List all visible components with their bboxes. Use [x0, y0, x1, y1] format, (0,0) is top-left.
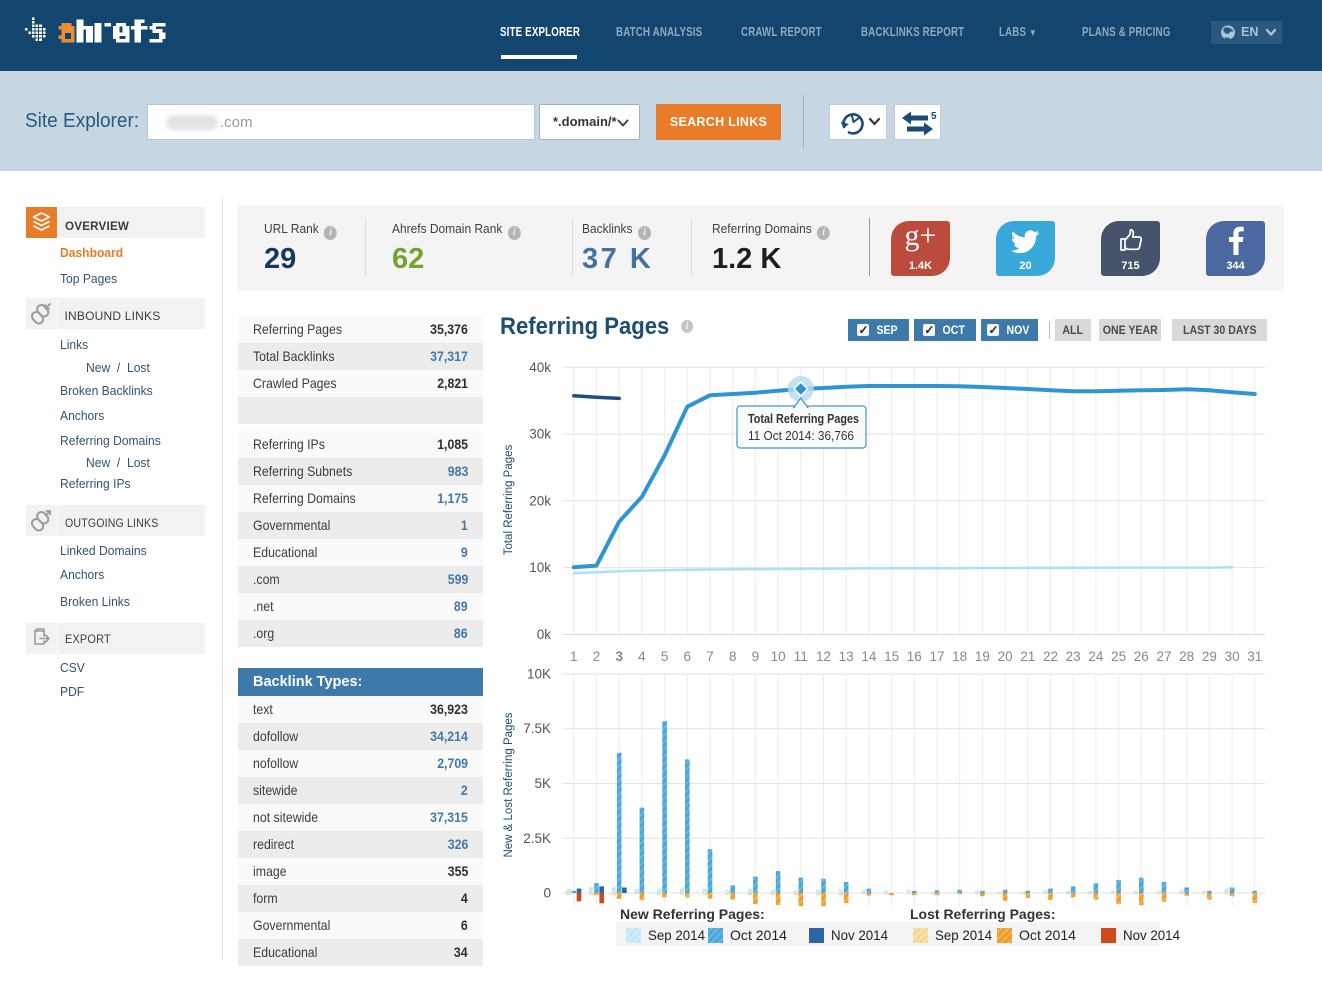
- svg-text:10: 10: [771, 649, 786, 664]
- svg-text:22: 22: [1043, 649, 1058, 664]
- svg-text:29: 29: [1202, 649, 1217, 664]
- svg-text:31: 31: [1247, 649, 1262, 664]
- svg-text:Total Referring Pages: Total Referring Pages: [748, 411, 859, 426]
- svg-text:4: 4: [638, 649, 646, 664]
- svg-text:30: 30: [1225, 649, 1240, 664]
- svg-text:5: 5: [931, 111, 937, 122]
- svg-text:New & Lost Referring Pages: New & Lost Referring Pages: [503, 712, 515, 857]
- svg-text:Total Referring Pages: Total Referring Pages: [503, 444, 515, 555]
- svg-text:17: 17: [929, 649, 944, 664]
- svg-text:10k: 10k: [529, 560, 551, 575]
- svg-text:3: 3: [615, 649, 623, 664]
- svg-text:10K: 10K: [527, 667, 551, 682]
- svg-text:30k: 30k: [529, 427, 551, 442]
- svg-text:40k: 40k: [529, 360, 551, 375]
- svg-text:21: 21: [1020, 649, 1035, 664]
- svg-text:2: 2: [593, 649, 601, 664]
- svg-text:Sep 2014: Sep 2014: [648, 927, 705, 943]
- svg-text:6: 6: [684, 649, 692, 664]
- svg-text:5K: 5K: [534, 776, 551, 791]
- svg-text:24: 24: [1088, 649, 1104, 664]
- svg-text:11: 11: [794, 649, 808, 664]
- svg-text:Lost Referring Pages:: Lost Referring Pages:: [910, 906, 1055, 922]
- svg-text:1: 1: [570, 649, 578, 664]
- svg-text:Nov 2014: Nov 2014: [831, 927, 888, 943]
- svg-text:0: 0: [543, 886, 551, 901]
- svg-text:Sep 2014: Sep 2014: [935, 927, 992, 943]
- svg-text:2.5K: 2.5K: [523, 831, 551, 846]
- svg-text:New Referring Pages:: New Referring Pages:: [620, 906, 765, 922]
- svg-text:Oct 2014: Oct 2014: [1019, 927, 1076, 943]
- svg-text:28: 28: [1179, 649, 1194, 664]
- svg-text:27: 27: [1156, 649, 1171, 664]
- svg-text:12: 12: [816, 649, 831, 664]
- svg-text:Nov 2014: Nov 2014: [1123, 927, 1180, 943]
- svg-text:18: 18: [952, 649, 967, 664]
- svg-text:7.5K: 7.5K: [523, 721, 551, 736]
- svg-text:14: 14: [861, 649, 877, 664]
- svg-text:8: 8: [729, 649, 737, 664]
- svg-text:5: 5: [661, 649, 669, 664]
- svg-text:11 Oct 2014: 36,766: 11 Oct 2014: 36,766: [748, 428, 854, 443]
- svg-text:16: 16: [907, 649, 922, 664]
- svg-text:15: 15: [884, 649, 899, 664]
- svg-text:20: 20: [998, 649, 1013, 664]
- svg-text:23: 23: [1066, 649, 1081, 664]
- svg-text:25: 25: [1111, 649, 1126, 664]
- svg-text:7: 7: [706, 649, 714, 664]
- svg-text:13: 13: [839, 649, 854, 664]
- svg-text:26: 26: [1134, 649, 1149, 664]
- svg-text:20k: 20k: [529, 493, 551, 508]
- svg-text:9: 9: [752, 649, 760, 664]
- svg-text:0k: 0k: [537, 627, 552, 642]
- svg-text:Oct 2014: Oct 2014: [730, 927, 787, 943]
- svg-text:19: 19: [975, 649, 990, 664]
